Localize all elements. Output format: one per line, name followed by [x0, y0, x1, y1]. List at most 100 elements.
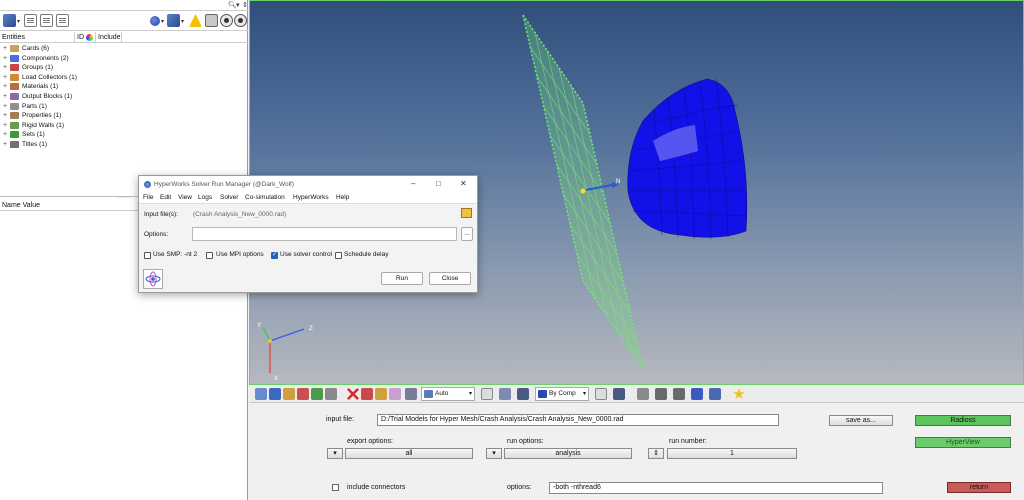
sphere-icon[interactable]	[150, 16, 160, 26]
system-icon[interactable]	[311, 388, 323, 400]
tree-item[interactable]: + Groups (1)	[0, 63, 248, 72]
use-mpi-checkbox[interactable]	[206, 252, 213, 259]
close-button[interactable]: Close	[429, 272, 471, 285]
geometry-icon[interactable]	[255, 388, 267, 400]
delete-icon[interactable]	[347, 388, 359, 400]
hyperview-button[interactable]: HyperView	[915, 437, 1011, 448]
options-browse-button[interactable]: ...	[461, 227, 473, 241]
run-options-select[interactable]: analysis	[504, 448, 632, 459]
star-icon[interactable]	[733, 388, 745, 399]
by-comp-dropdown[interactable]: By Comp ▾	[535, 387, 589, 401]
save-as-button[interactable]: save as...	[829, 415, 893, 426]
tree-item[interactable]: + Load Collectors (1)	[0, 73, 248, 82]
search-dropdown[interactable]: ▾	[236, 1, 240, 9]
return-button[interactable]: return	[947, 482, 1011, 493]
lighting-icon[interactable]	[481, 388, 493, 400]
tree-item[interactable]: + Sets (1)	[0, 130, 248, 139]
warning-icon[interactable]	[189, 14, 202, 27]
chevron-down-icon[interactable]: ▾	[181, 18, 184, 25]
input-file-field[interactable]: D:/Trial Models for Hyper Mesh/Crash Ana…	[377, 414, 779, 426]
impactor-mesh[interactable]	[627, 78, 748, 240]
unmask-icon[interactable]	[361, 388, 373, 400]
expand-icon[interactable]: +	[3, 102, 7, 111]
chevron-down-icon[interactable]: ▾	[161, 18, 164, 25]
tree-item[interactable]: + Properties (1)	[0, 111, 248, 120]
export-options-select[interactable]: all	[345, 448, 473, 459]
dialog-titlebar[interactable]: HyperWorks Solver Run Manager (@Dark_Wol…	[139, 176, 477, 193]
maximize-icon[interactable]: □	[436, 179, 441, 188]
tree-item[interactable]: + Output Blocks (1)	[0, 92, 248, 101]
menu-view[interactable]: View	[178, 194, 192, 201]
options-field[interactable]: -both -nthread6	[549, 482, 883, 494]
reverse-icon[interactable]	[389, 388, 401, 400]
menu-logs[interactable]: Logs	[198, 194, 212, 201]
component-icon[interactable]	[673, 388, 685, 400]
find-icon[interactable]	[375, 388, 387, 400]
schedule-delay-checkbox[interactable]	[335, 252, 342, 259]
tree-item[interactable]: + Parts (1)	[0, 102, 248, 111]
cube-icon[interactable]	[167, 14, 180, 27]
include-connectors-checkbox[interactable]	[332, 484, 339, 491]
run-number-stepper[interactable]: ⇕	[648, 448, 664, 459]
close-icon[interactable]: ✕	[460, 179, 467, 188]
menu-file[interactable]: File	[143, 194, 153, 201]
minimize-icon[interactable]: –	[411, 179, 415, 188]
plane-icon[interactable]	[655, 388, 667, 400]
tree-item[interactable]: + Titles (1)	[0, 140, 248, 149]
menu-help[interactable]: Help	[336, 194, 349, 201]
element-display-icon[interactable]	[499, 388, 511, 400]
id-column[interactable]: ID	[77, 34, 84, 41]
expand-icon[interactable]: +	[3, 73, 7, 82]
wireframe-icon[interactable]	[595, 388, 607, 400]
tree-item[interactable]: + Cards (6)	[0, 44, 248, 53]
shaded-icon[interactable]	[613, 388, 625, 400]
menu-co-simulation[interactable]: Co-simulation	[245, 194, 285, 201]
eye-icon[interactable]	[234, 14, 247, 27]
expand-icon[interactable]: +	[3, 111, 7, 120]
folder-icon[interactable]	[283, 388, 295, 400]
export-options-toggle[interactable]: ▾	[327, 448, 343, 459]
expand-icon[interactable]: +	[3, 121, 7, 130]
tree-item[interactable]: + Rigid Walls (1)	[0, 121, 248, 130]
shade-icon[interactable]	[405, 388, 417, 400]
expand-icon[interactable]: +	[3, 63, 7, 72]
eye-icon[interactable]	[220, 14, 233, 27]
include-column[interactable]: Include	[98, 34, 121, 41]
expand-icon[interactable]: +	[3, 82, 7, 91]
mask-icon[interactable]	[325, 388, 337, 400]
expand-icon[interactable]: +	[3, 44, 7, 53]
menu-edit[interactable]: Edit	[160, 194, 171, 201]
element-icon[interactable]	[691, 388, 703, 400]
menu-hyperworks[interactable]: HyperWorks	[293, 194, 329, 201]
radioss-button[interactable]: Radioss	[915, 415, 1011, 426]
open-folder-icon[interactable]	[461, 208, 472, 218]
use-solver-control-checkbox[interactable]	[271, 251, 278, 259]
tree-item[interactable]: + Materials (1)	[0, 82, 248, 91]
auto-dropdown[interactable]: Auto ▾	[421, 387, 475, 401]
expand-icon[interactable]: +	[3, 54, 7, 63]
use-smp-checkbox[interactable]	[144, 252, 151, 259]
grid-icon[interactable]	[709, 388, 721, 400]
run-number-field[interactable]: 1	[667, 448, 797, 459]
line-icon[interactable]	[637, 388, 649, 400]
doc-icon[interactable]	[56, 14, 69, 27]
camera-icon[interactable]	[205, 14, 218, 27]
entities-column[interactable]: Entities	[2, 34, 25, 41]
rigid-wall[interactable]: N	[522, 14, 644, 370]
load-icon[interactable]	[297, 388, 309, 400]
options-input[interactable]	[192, 227, 457, 241]
chevron-down-icon[interactable]: ▾	[17, 18, 20, 25]
mesh-display-icon[interactable]	[517, 388, 529, 400]
expand-icon[interactable]: +	[3, 140, 7, 149]
run-button[interactable]: Run	[381, 272, 423, 285]
doc-icon[interactable]	[24, 14, 37, 27]
menu-solver[interactable]: Solver	[220, 194, 238, 201]
tree-item[interactable]: + Components (2)	[0, 54, 248, 63]
expand-icon[interactable]: +	[3, 130, 7, 139]
doc-icon[interactable]	[40, 14, 53, 27]
expand-icon[interactable]: +	[3, 92, 7, 101]
pin-icon[interactable]: ⇕	[242, 1, 248, 9]
mesh-icon[interactable]	[269, 388, 281, 400]
cube-icon[interactable]	[3, 14, 16, 27]
run-options-toggle[interactable]: ▾	[486, 448, 502, 459]
